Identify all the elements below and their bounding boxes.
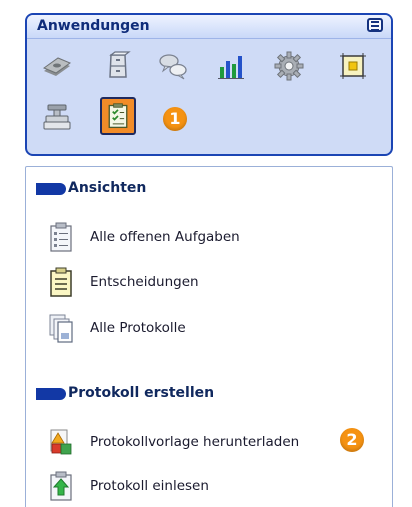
section-title-protokoll-erstellen: Protokoll erstellen — [68, 385, 215, 401]
applications-header: Anwendungen — [27, 15, 391, 39]
checklist-icon[interactable] — [100, 97, 136, 135]
section-marker — [36, 388, 66, 400]
section-marker — [36, 183, 66, 195]
stamp-icon[interactable] — [41, 101, 73, 133]
bar-chart-icon[interactable] — [215, 50, 247, 82]
decision-document-icon — [48, 267, 74, 297]
applications-title: Anwendungen — [37, 18, 150, 34]
protocol-item-label: Protokollvorlage herunterladen — [90, 434, 300, 450]
template-download-icon — [48, 427, 74, 457]
applications-panel: Anwendungen 1 — [25, 13, 393, 156]
frame-icon[interactable] — [337, 50, 369, 82]
gear-icon[interactable] — [273, 50, 305, 82]
views-panel: Ansichten Alle offenen Aufgaben Entschei — [25, 166, 393, 507]
chat-bubbles-icon[interactable] — [157, 50, 189, 82]
view-item-label: Entscheidungen — [90, 274, 199, 290]
section-title-ansichten: Ansichten — [68, 180, 147, 196]
task-list-icon — [48, 222, 74, 252]
view-item-label: Alle offenen Aufgaben — [90, 229, 240, 245]
documents-stack-icon — [48, 313, 74, 343]
panel-menu-button[interactable] — [367, 18, 383, 32]
callout-badge-2: 2 — [340, 428, 364, 452]
protocol-item-label: Protokoll einlesen — [90, 478, 209, 494]
upload-document-icon — [48, 471, 74, 501]
money-icon[interactable] — [41, 50, 73, 82]
callout-badge-1: 1 — [163, 107, 187, 131]
cabinet-icon[interactable] — [102, 50, 134, 82]
view-item-label: Alle Protokolle — [90, 320, 186, 336]
